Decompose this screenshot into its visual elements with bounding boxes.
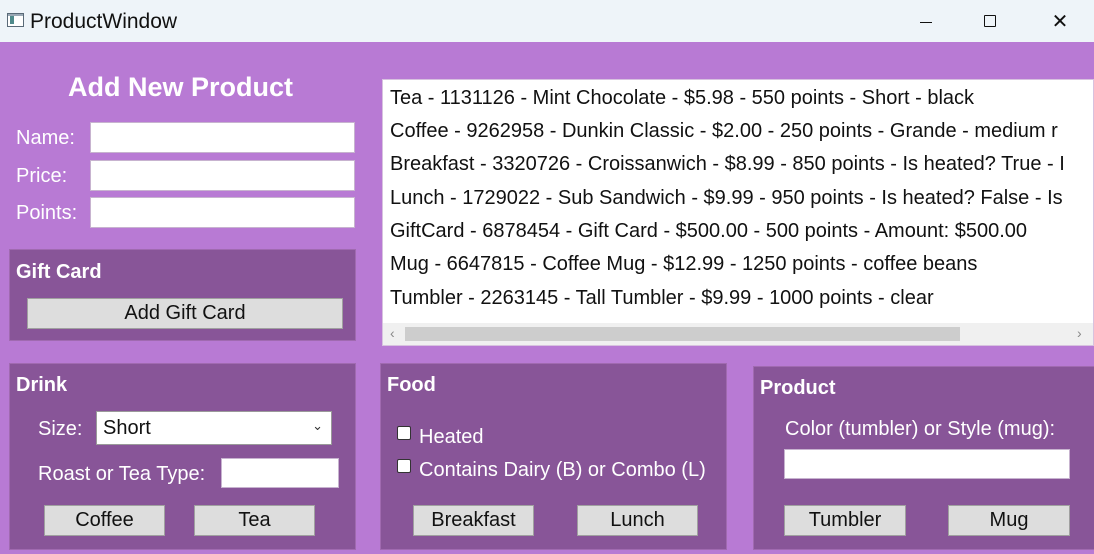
size-select[interactable]: Short ⌄	[96, 411, 332, 445]
lunch-button[interactable]: Lunch	[577, 505, 698, 536]
scroll-thumb[interactable]	[405, 327, 960, 341]
roast-input[interactable]	[221, 458, 339, 488]
dairy-combo-checkbox[interactable]	[397, 459, 411, 473]
scroll-left-icon[interactable]: ‹	[390, 325, 395, 341]
maximize-button[interactable]	[958, 0, 1022, 42]
size-value: Short	[103, 416, 151, 439]
close-icon: ✕	[1051, 10, 1069, 33]
tea-button[interactable]: Tea	[194, 505, 315, 536]
title-bar: ProductWindow ✕	[0, 0, 1094, 42]
coffee-button[interactable]: Coffee	[44, 505, 165, 536]
gift-card-heading: Gift Card	[16, 261, 102, 283]
dairy-combo-label: Contains Dairy (B) or Combo (L)	[419, 459, 706, 481]
name-label: Name:	[16, 127, 75, 149]
product-list[interactable]: Tea - 1131126 - Mint Chocolate - $5.98 -…	[382, 79, 1094, 346]
mug-button[interactable]: Mug	[948, 505, 1070, 536]
list-item[interactable]: Tumbler - 2263145 - Tall Tumbler - $9.99…	[390, 283, 934, 313]
drink-panel: Drink Size: Short ⌄ Roast or Tea Type: C…	[9, 363, 356, 550]
minimize-icon	[920, 21, 932, 23]
horizontal-scrollbar[interactable]: ‹ ›	[383, 323, 1093, 345]
list-item[interactable]: Tea - 1131126 - Mint Chocolate - $5.98 -…	[390, 83, 974, 113]
window-title: ProductWindow	[30, 10, 178, 33]
points-input[interactable]	[90, 197, 355, 228]
chevron-down-icon: ⌄	[312, 418, 323, 433]
name-input[interactable]	[90, 122, 355, 153]
color-style-label: Color (tumbler) or Style (mug):	[785, 418, 1056, 440]
tumbler-button[interactable]: Tumbler	[784, 505, 906, 536]
list-item[interactable]: GiftCard - 6878454 - Gift Card - $500.00…	[390, 216, 1027, 246]
product-panel: Product Color (tumbler) or Style (mug): …	[753, 366, 1094, 550]
points-label: Points:	[16, 202, 78, 224]
scroll-right-icon[interactable]: ›	[1077, 325, 1082, 341]
close-button[interactable]: ✕	[1028, 0, 1092, 42]
list-item[interactable]: Mug - 6647815 - Coffee Mug - $12.99 - 12…	[390, 249, 977, 279]
color-style-input[interactable]	[784, 449, 1070, 479]
app-icon	[7, 13, 24, 27]
heated-label: Heated	[419, 426, 484, 448]
list-item[interactable]: Lunch - 1729022 - Sub Sandwich - $9.99 -…	[390, 183, 1063, 213]
roast-label: Roast or Tea Type:	[38, 463, 206, 485]
list-item[interactable]: Coffee - 9262958 - Dunkin Classic - $2.0…	[390, 116, 1058, 146]
breakfast-button[interactable]: Breakfast	[413, 505, 534, 536]
product-heading: Product	[760, 377, 836, 399]
maximize-icon	[984, 15, 996, 27]
food-panel: Food Heated Contains Dairy (B) or Combo …	[380, 363, 727, 550]
add-gift-card-button[interactable]: Add Gift Card	[27, 298, 343, 329]
price-input[interactable]	[90, 160, 355, 191]
minimize-button[interactable]	[894, 0, 958, 42]
add-product-heading: Add New Product	[68, 72, 294, 102]
price-label: Price:	[16, 165, 68, 187]
food-heading: Food	[387, 374, 436, 396]
heated-checkbox[interactable]	[397, 426, 411, 440]
list-item[interactable]: Breakfast - 3320726 - Croissanwich - $8.…	[390, 149, 1065, 179]
gift-card-panel: Gift Card Add Gift Card	[9, 249, 356, 341]
drink-heading: Drink	[16, 374, 68, 396]
size-label: Size:	[38, 418, 83, 440]
